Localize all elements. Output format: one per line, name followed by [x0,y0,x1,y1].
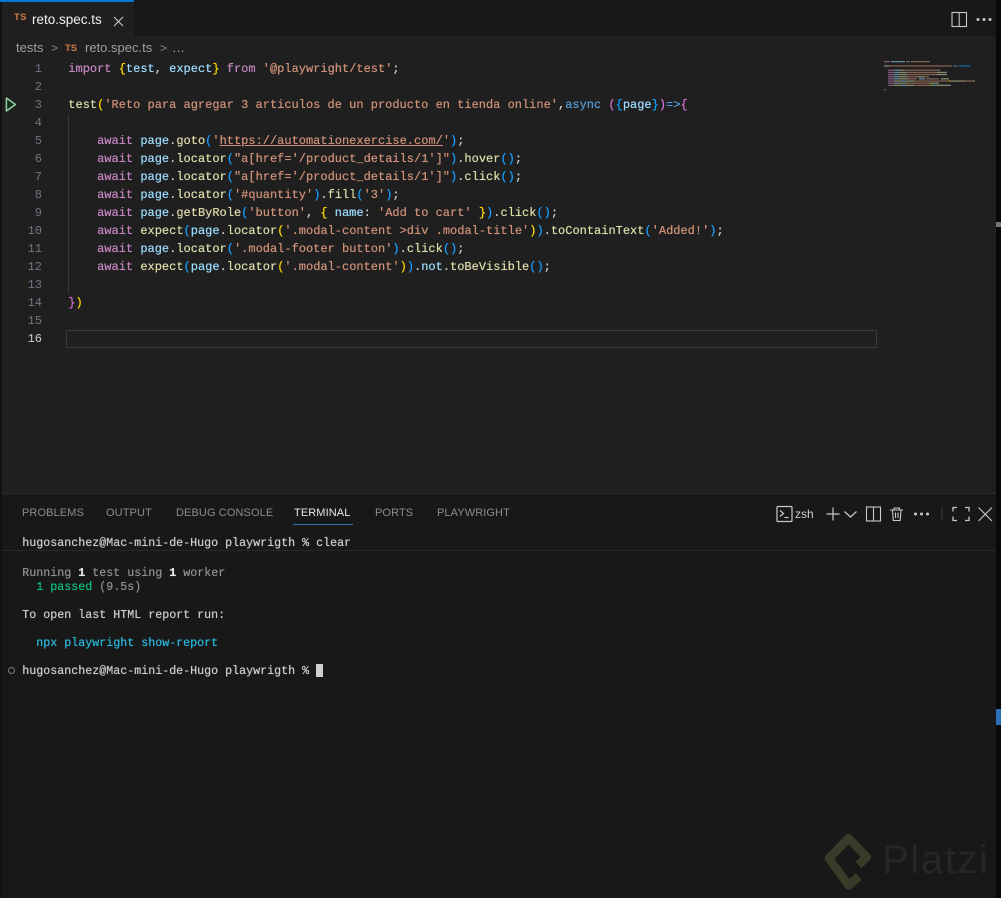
svg-text:zsh: zsh [795,507,814,521]
